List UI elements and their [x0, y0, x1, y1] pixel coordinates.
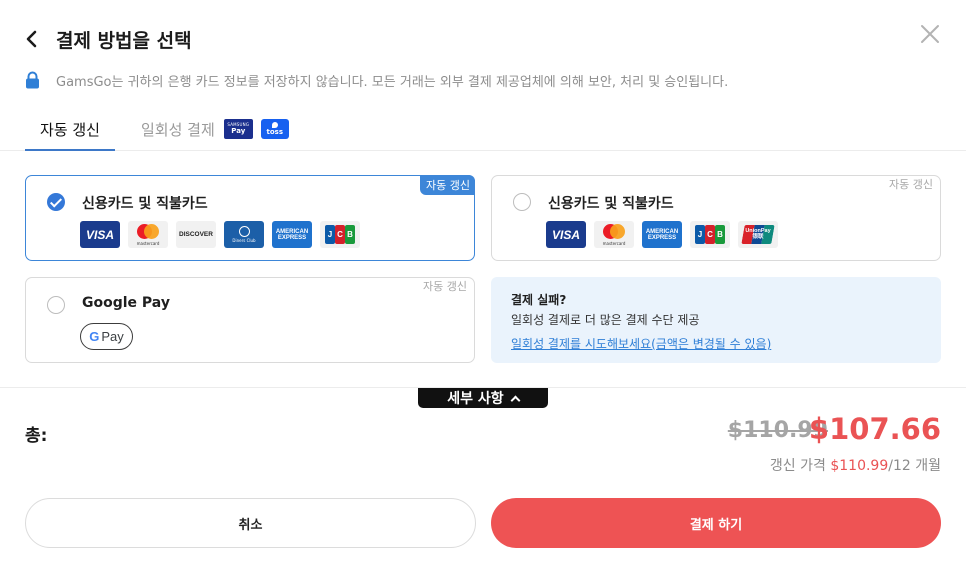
unionpay-logo: UnionPay 银联: [738, 221, 778, 248]
tab-one-time-label: 일회성 결제: [141, 120, 215, 139]
card-brand-logos: VISA mastercard DISCOVER Diners Club AME…: [80, 221, 368, 248]
amex-logo: AMERICAN EXPRESS: [272, 221, 312, 248]
details-toggle-button[interactable]: 세부 사항: [418, 388, 548, 408]
radio-checked-icon[interactable]: [47, 193, 65, 211]
toss-logo: toss: [260, 119, 289, 139]
back-arrow-icon[interactable]: [22, 29, 42, 49]
fail-description: 일회성 결제로 더 많은 결제 수단 제공: [511, 313, 700, 327]
radio-unchecked-icon[interactable]: [47, 296, 65, 314]
visa-logo: VISA: [546, 221, 586, 248]
google-pay-logo: G Pay: [80, 323, 133, 350]
total-label: 총:: [25, 426, 48, 446]
renewal-price: $110.99: [830, 458, 889, 474]
mastercard-logo: mastercard: [128, 221, 168, 248]
tab-auto-renew-label: 자동 갱신: [40, 120, 100, 139]
final-price: $107.66: [808, 412, 941, 446]
card-brand-logos: VISA mastercard AMERICAN EXPRESS J C B U…: [546, 221, 786, 248]
auto-renew-tag: 자동 갱신: [420, 175, 475, 195]
close-icon[interactable]: [918, 22, 942, 46]
payment-method-modal: 결제 방법을 선택 GamsGo는 귀하의 은행 카드 정보를 저장하지 않습니…: [0, 0, 966, 573]
jcb-logo: J C B: [320, 221, 360, 248]
fail-title: 결제 실패?: [511, 293, 567, 307]
option-google-pay[interactable]: Google Pay 자동 갱신 G Pay: [25, 277, 475, 363]
option-card-one-time[interactable]: 신용카드 및 직불카드 자동 갱신 VISA mastercard AMERIC…: [491, 175, 941, 261]
radio-unchecked-icon[interactable]: [513, 193, 531, 211]
diners-ring-icon: [238, 226, 250, 237]
renewal-price-note: 갱신 가격 $110.99/12 개월: [769, 458, 941, 474]
auto-renew-tag: 자동 갱신: [423, 280, 467, 293]
google-g-icon: G: [89, 329, 100, 344]
security-notice: GamsGo는 귀하의 은행 카드 정보를 저장하지 않습니다. 모든 거래는 …: [25, 70, 728, 90]
lock-icon: [26, 71, 39, 89]
option-label: 신용카드 및 직불카드: [82, 196, 208, 212]
cancel-button[interactable]: 취소: [25, 498, 476, 548]
amex-logo: AMERICAN EXPRESS: [642, 221, 682, 248]
payment-tabs: 자동 갱신 일회성 결제 SAMSUNG Pay toss: [0, 108, 966, 151]
page-title: 결제 방법을 선택: [56, 30, 192, 52]
option-card-auto-renew[interactable]: 신용카드 및 직불카드 자동 갱신 VISA mastercard DISCOV…: [25, 175, 475, 261]
try-one-time-link[interactable]: 일회성 결제를 시도해보세요(금액은 변경될 수 있음): [511, 335, 771, 352]
tab-one-time-payment[interactable]: 일회성 결제 SAMSUNG Pay toss: [141, 108, 289, 150]
auto-renew-tag: 자동 갱신: [889, 178, 933, 191]
option-label: 신용카드 및 직불카드: [548, 196, 674, 212]
chevron-up-icon: [510, 395, 521, 405]
security-notice-text: GamsGo는 귀하의 은행 카드 정보를 저장하지 않습니다. 모든 거래는 …: [56, 74, 729, 90]
samsung-pay-logo: SAMSUNG Pay: [223, 119, 253, 139]
pay-button[interactable]: 결제 하기: [491, 498, 941, 548]
details-label: 세부 사항: [447, 391, 504, 407]
option-label: Google Pay: [82, 295, 170, 311]
jcb-logo: J C B: [690, 221, 730, 248]
payment-failed-info: 결제 실패? 일회성 결제로 더 많은 결제 수단 제공 일회성 결제를 시도해…: [491, 277, 941, 363]
mastercard-logo: mastercard: [594, 221, 634, 248]
tab-auto-renew[interactable]: 자동 갱신: [25, 108, 115, 151]
visa-logo: VISA: [80, 221, 120, 248]
discover-logo: DISCOVER: [176, 221, 216, 248]
diners-club-logo: Diners Club: [224, 221, 264, 248]
